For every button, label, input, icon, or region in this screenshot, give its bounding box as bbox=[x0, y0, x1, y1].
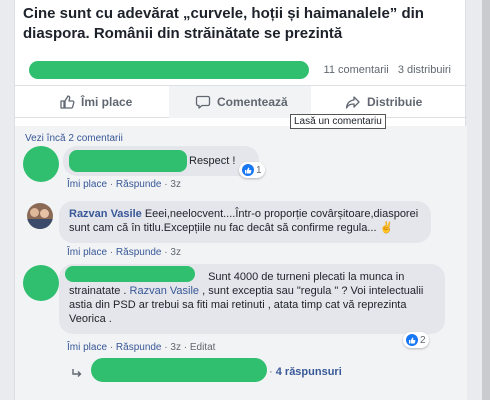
view-replies-link[interactable]: · 4 răspunsuri bbox=[269, 366, 342, 378]
redacted-reply-author bbox=[91, 358, 267, 382]
comment-reply-link[interactable]: Răspunde bbox=[116, 342, 162, 353]
redacted-reactions bbox=[29, 61, 309, 79]
shares-count[interactable]: 3 distribuiri bbox=[398, 64, 451, 76]
post-title[interactable]: Cine sunt cu adevărat „curvele, hoții și… bbox=[23, 4, 463, 44]
comment-reactions[interactable]: 2 bbox=[403, 332, 429, 348]
comment-reactions[interactable]: 1 bbox=[239, 162, 265, 178]
avatar[interactable] bbox=[23, 146, 59, 182]
edited-label[interactable]: Editat bbox=[190, 342, 216, 353]
comment-time[interactable]: 3z bbox=[170, 342, 181, 353]
replies-separator: · bbox=[269, 366, 276, 378]
avatar[interactable] bbox=[23, 265, 59, 301]
reply-arrow-icon bbox=[71, 366, 83, 384]
comment-time[interactable]: 3z bbox=[170, 247, 181, 258]
comment-meta: Îmi place · Răspunde · 3z bbox=[67, 247, 181, 258]
redacted-author bbox=[69, 150, 187, 172]
comment-tooltip: Lasă un comentariu bbox=[290, 114, 386, 129]
like-label: Îmi place bbox=[81, 95, 133, 109]
avatar[interactable] bbox=[27, 203, 53, 229]
comment-time[interactable]: 3z bbox=[170, 179, 181, 190]
redacted-author bbox=[65, 266, 195, 282]
view-previous-comments[interactable]: Vezi încă 2 comentarii bbox=[25, 133, 123, 144]
comment-text: Respect ! bbox=[189, 155, 236, 167]
like-reaction-icon bbox=[406, 334, 418, 346]
replies-count: 4 răspunsuri bbox=[275, 366, 342, 378]
share-label: Distribuie bbox=[367, 95, 423, 109]
post-stats: 11 comentarii 3 distribuiri bbox=[15, 56, 467, 86]
post-actions: Îmi place Comentează Distribuie bbox=[15, 86, 467, 118]
reactions-count: 2 bbox=[420, 334, 426, 346]
speech-bubble-icon bbox=[195, 95, 211, 109]
comments-count[interactable]: 11 comentarii bbox=[324, 64, 389, 76]
comment-author[interactable]: Razvan Vasile bbox=[69, 208, 142, 220]
comment-reply-link[interactable]: Răspunde bbox=[116, 179, 162, 190]
comment-bubble: Sunt 4000 de turneni plecati la munca in… bbox=[59, 264, 445, 334]
mention-link[interactable]: Razvan Vasile bbox=[130, 285, 200, 297]
thumbs-up-icon bbox=[60, 95, 75, 109]
victory-hand-emoji: ✌ bbox=[379, 222, 394, 234]
scrollbar[interactable] bbox=[482, 0, 490, 400]
comment-bubble: Razvan Vasile Eeei,neelocvent....Într-o … bbox=[59, 201, 431, 243]
comment-like-link[interactable]: Îmi place bbox=[67, 247, 107, 258]
comment-reply-link[interactable]: Răspunde bbox=[116, 247, 162, 258]
comment-like-link[interactable]: Îmi place bbox=[67, 179, 107, 190]
comment-meta: Îmi place · Răspunde · 3z bbox=[67, 179, 181, 190]
comment-meta: Îmi place · Răspunde · 3z · Editat bbox=[67, 342, 216, 353]
post-card: Cine sunt cu adevărat „curvele, hoții și… bbox=[14, 0, 467, 400]
reactions-count: 1 bbox=[256, 164, 262, 176]
like-button[interactable]: Îmi place bbox=[59, 86, 132, 118]
stats-text: 11 comentarii 3 distribuiri bbox=[318, 64, 451, 76]
comment-bubble: Respect ! bbox=[63, 146, 259, 176]
comment-like-link[interactable]: Îmi place bbox=[67, 342, 107, 353]
comment-label: Comentează bbox=[217, 95, 288, 109]
share-arrow-icon bbox=[345, 96, 360, 109]
like-reaction-icon bbox=[242, 164, 254, 176]
